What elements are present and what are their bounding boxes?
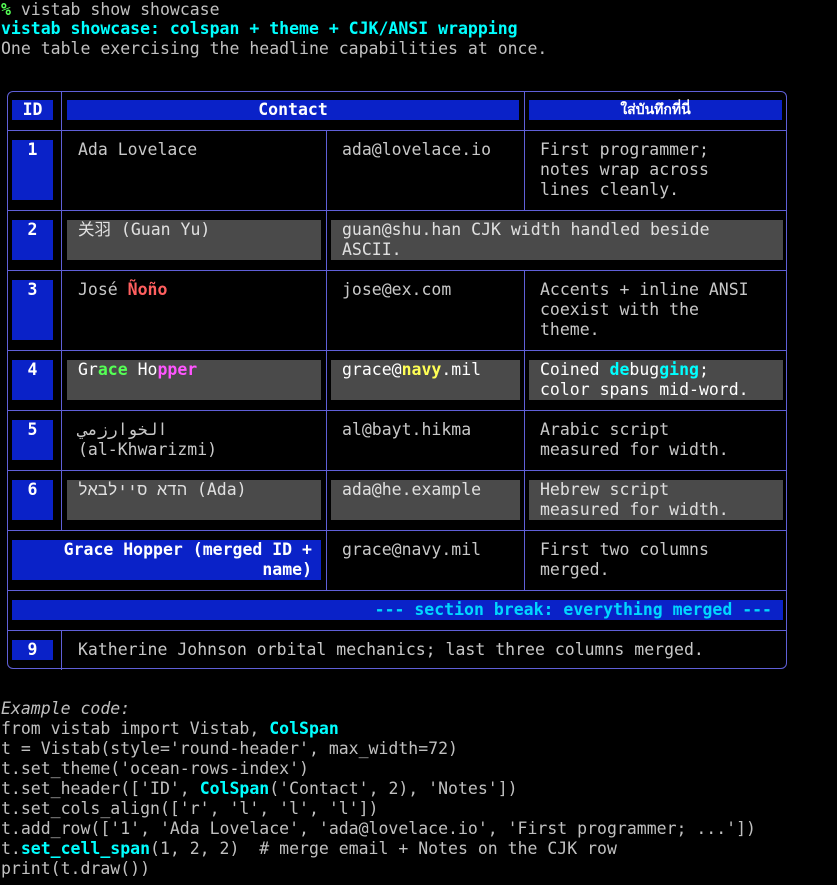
code-line: t = Vistab(style='round-header', max_wid… xyxy=(1,739,458,758)
code-line: t.set_cell_span(1, 2, 2) # merge email +… xyxy=(1,839,617,859)
code-text: t. xyxy=(1,839,21,858)
contact-name: 关羽 (Guan Yu) xyxy=(78,220,211,239)
notes-line: Accents + inline ANSI xyxy=(540,280,749,299)
section-break: --- section break: everything merged --- xyxy=(374,600,772,619)
notes-part-cyan: ging xyxy=(659,360,699,379)
vrule-notes-h xyxy=(524,92,525,130)
name-part: Ho xyxy=(127,360,158,379)
contact-name: Ada Lovelace xyxy=(78,140,198,159)
span-line: guan@shu.han CJK width handled beside xyxy=(342,220,710,239)
header-contact: Contact xyxy=(67,100,519,120)
contact-email: grace@navy.mil xyxy=(342,540,482,559)
name-part: Gr xyxy=(78,360,98,379)
vrule-email-1 xyxy=(326,130,327,210)
code-keyword: ColSpan xyxy=(199,779,270,798)
code-line: t.set_header(['ID', ColSpan('Contact', 2… xyxy=(1,779,518,799)
merged-name: Grace Hopper (merged ID + xyxy=(63,540,312,559)
span-line: Katherine Johnson orbital mechanics; las… xyxy=(78,640,704,659)
vrule-id-d xyxy=(61,630,62,670)
row-id: 1 xyxy=(27,140,38,159)
prompt-symbol: % xyxy=(1,0,11,19)
rule-8 xyxy=(8,630,786,631)
notes-line: notes wrap across xyxy=(540,160,709,179)
showcase-table: ID Contact ใส่บันทึกที่นี่ 1 Ada Lovelac… xyxy=(7,91,787,670)
contact-email: ada@lovelace.io xyxy=(342,140,492,159)
code-line: t.add_row(['1', 'Ada Lovelace', 'ada@lov… xyxy=(1,819,756,838)
rule-1 xyxy=(8,210,786,211)
notes-part: bug xyxy=(629,360,660,379)
vrule-id-a xyxy=(61,92,62,210)
notes-line: measured for width. xyxy=(540,440,729,459)
contact-name: Grace Hopper xyxy=(78,360,197,380)
header-id: ID xyxy=(12,100,53,120)
code-text: ('Contact', 2), 'Notes']) xyxy=(269,779,518,798)
email-part: grace@ xyxy=(342,360,402,379)
vrule-notes-1 xyxy=(524,130,525,210)
vrule-id-b xyxy=(61,210,62,270)
row-id: 4 xyxy=(27,360,38,379)
notes-line: Coined debugging; xyxy=(540,360,709,380)
row-id: 5 xyxy=(27,420,38,439)
rule-2 xyxy=(8,270,786,271)
notes-line: Hebrew script xyxy=(540,480,670,499)
code-line: t.set_cols_align(['r', 'l', 'l', 'l']) xyxy=(1,799,379,818)
code-line: from vistab import Vistab, ColSpan xyxy=(1,719,339,739)
vrule-email-2 xyxy=(326,210,327,270)
prompt-command: vistab show showcase xyxy=(10,0,220,19)
notes-line: First two columns xyxy=(540,540,709,559)
merged-name: name) xyxy=(262,560,312,579)
rule-header xyxy=(8,130,786,131)
notes-part: Coined xyxy=(540,360,610,379)
contact-name: הדא סיילבאל (Ada) xyxy=(78,480,247,499)
code-keyword: set_cell_span xyxy=(20,839,151,858)
row-id: 3 xyxy=(27,280,38,299)
span-line: ASCII. xyxy=(342,240,402,259)
row-id: 2 xyxy=(27,220,38,239)
row-id: 6 xyxy=(27,480,38,499)
notes-line: coexist with the xyxy=(540,300,699,319)
contact-email: ada@he.example xyxy=(342,480,482,499)
showcase-title: vistab showcase: colspan + theme + CJK/A… xyxy=(1,19,518,38)
vrule-id-c xyxy=(61,270,62,530)
header-notes: ใส่บันทึกที่นี่ xyxy=(529,100,782,120)
name-part-magenta: pper xyxy=(157,360,198,379)
showcase-subtitle: One table exercising the headline capabi… xyxy=(1,39,548,58)
notes-line: theme. xyxy=(540,320,600,339)
code-line: print(t.draw()) xyxy=(1,859,151,878)
code-text: from vistab import Vistab, xyxy=(1,719,270,738)
vrule-notes-2 xyxy=(524,270,525,590)
notes-line: color spans mid-word. xyxy=(540,380,749,399)
name-ansi-red: Ñoño xyxy=(127,280,168,299)
rule-4 xyxy=(8,410,786,411)
contact-email: grace@navy.mil xyxy=(342,360,481,380)
name-part-green: ace xyxy=(97,360,128,379)
rule-6 xyxy=(8,530,786,531)
email-part-yellow: navy xyxy=(401,360,442,379)
code-label: Example code: xyxy=(1,699,131,718)
notes-line: Arabic script xyxy=(540,420,670,439)
notes-line: measured for width. xyxy=(540,500,729,519)
contact-email: jose@ex.com xyxy=(342,280,452,299)
notes-part-cyan: de xyxy=(609,360,630,379)
notes-part: ; xyxy=(698,360,709,379)
notes-line: First programmer; xyxy=(540,140,709,159)
notes-line: lines cleanly. xyxy=(540,180,680,199)
name-plain: José xyxy=(78,280,128,299)
vrule-email-3 xyxy=(326,270,327,590)
code-keyword: ColSpan xyxy=(269,719,339,738)
code-line: t.set_theme('ocean-rows-index') xyxy=(1,759,309,778)
rule-7 xyxy=(8,590,786,591)
rule-3 xyxy=(8,350,786,351)
contact-name: الخوارزمي xyxy=(78,420,168,439)
prompt-line: % vistab show showcase xyxy=(1,0,220,20)
contact-name: (al-Khwarizmi) xyxy=(78,440,218,459)
notes-line: merged. xyxy=(540,560,610,579)
code-text: (1, 2, 2) # merge email + Notes on the C… xyxy=(150,839,617,858)
email-part: .mil xyxy=(441,360,482,379)
rule-5 xyxy=(8,470,786,471)
row-id: 9 xyxy=(27,640,38,659)
contact-name: José Ñoño xyxy=(78,280,167,300)
contact-email: al@bayt.hikma xyxy=(342,420,472,439)
code-text: t.set_header(['ID', xyxy=(1,779,200,798)
